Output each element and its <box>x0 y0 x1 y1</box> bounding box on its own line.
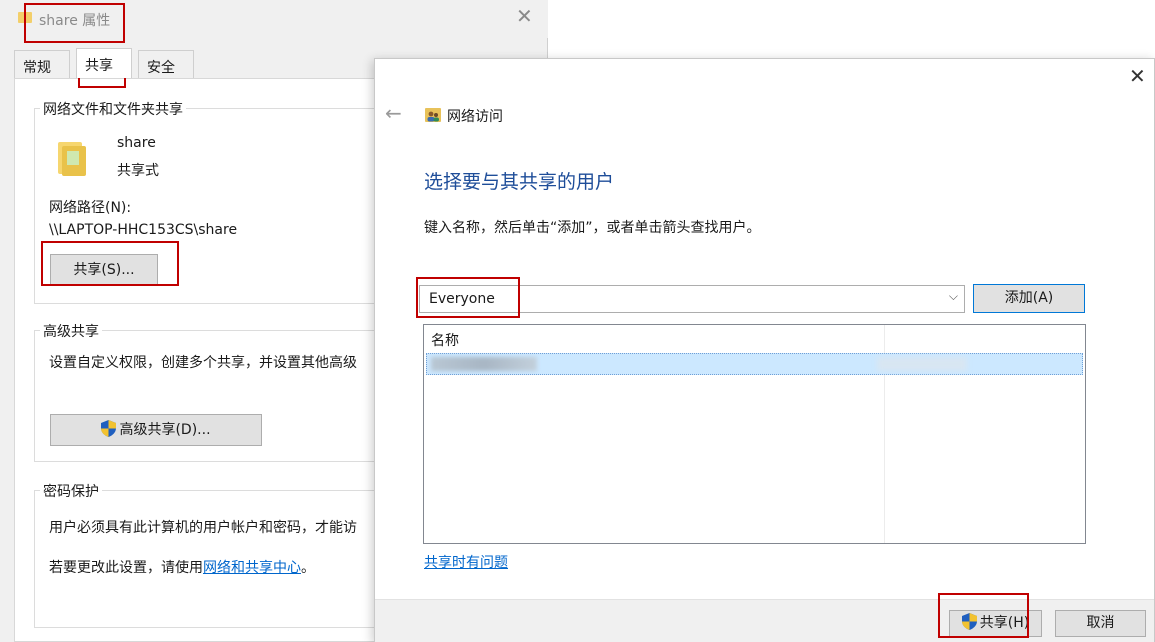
password-change-prefix: 若要更改此设置，请使用 <box>49 560 203 576</box>
advanced-sharing-button[interactable]: 高级共享(D)... <box>50 414 262 446</box>
cancel-button[interactable]: 取消 <box>1055 610 1146 637</box>
password-protection-description: 用户必须具有此计算机的用户帐户和密码，才能访 <box>49 520 357 536</box>
sharing-help-link[interactable]: 共享时有问题 <box>424 552 508 572</box>
list-item[interactable] <box>426 353 1083 375</box>
back-arrow-icon[interactable]: ← <box>385 103 402 123</box>
confirm-share-button[interactable]: 共享(H) <box>949 610 1042 637</box>
dialog-heading: 选择要与其共享的用户 <box>424 171 615 193</box>
network-path-label: 网络路径(N): <box>49 200 132 216</box>
dialog-footer: 共享(H) 取消 <box>375 599 1154 642</box>
chevron-down-icon[interactable]: ⌵ <box>949 289 958 304</box>
network-path-value: \\LAPTOP-HHC153CS\share <box>49 222 238 238</box>
password-change-hint: 若要更改此设置，请使用网络和共享中心。 <box>49 557 315 577</box>
list-header-name: 名称 <box>431 333 459 349</box>
network-access-dialog: ✕ ← 网络访问 选择要与其共享的用户 键入名称，然后单击“添加”，或者单击箭头… <box>374 58 1155 642</box>
dialog-instruction: 键入名称，然后单击“添加”，或者单击箭头查找用户。 <box>424 220 761 236</box>
tab-sharing[interactable]: 共享 <box>76 48 132 78</box>
folder-share-status: 共享式 <box>117 163 159 179</box>
blurred-permission <box>877 357 967 371</box>
properties-window-title: share 属性 <box>39 13 111 29</box>
folder-icon <box>18 12 32 23</box>
blurred-user-name <box>431 357 537 371</box>
user-name-value: Everyone <box>429 291 495 307</box>
share-button[interactable]: 共享(S)... <box>50 254 158 286</box>
advanced-sharing-group-title: 高级共享 <box>40 321 102 341</box>
user-name-combobox[interactable]: Everyone ⌵ <box>419 285 965 313</box>
add-button[interactable]: 添加(A) <box>973 284 1085 313</box>
uac-shield-icon <box>101 420 117 437</box>
people-icon <box>425 108 441 122</box>
dialog-header-title: 网络访问 <box>447 109 503 125</box>
confirm-share-button-label: 共享(H) <box>979 615 1030 631</box>
uac-shield-icon <box>961 613 977 630</box>
network-sharing-center-link[interactable]: 网络和共享中心 <box>203 560 301 576</box>
password-change-suffix: 。 <box>301 560 315 576</box>
network-sharing-group-title: 网络文件和文件夹共享 <box>40 99 186 119</box>
user-list[interactable]: 名称 <box>423 324 1086 544</box>
advanced-sharing-description: 设置自定义权限，创建多个共享，并设置其他高级 <box>49 355 357 371</box>
shared-folder-icon <box>58 142 86 176</box>
tab-general[interactable]: 常规 <box>14 50 70 78</box>
advanced-sharing-button-label: 高级共享(D)... <box>119 422 211 438</box>
password-protection-group-title: 密码保护 <box>40 481 102 501</box>
folder-name: share <box>117 135 156 151</box>
tab-security[interactable]: 安全 <box>138 50 194 78</box>
dialog-close-button[interactable]: ✕ <box>1129 65 1146 87</box>
properties-close-button[interactable]: ✕ <box>516 6 533 26</box>
